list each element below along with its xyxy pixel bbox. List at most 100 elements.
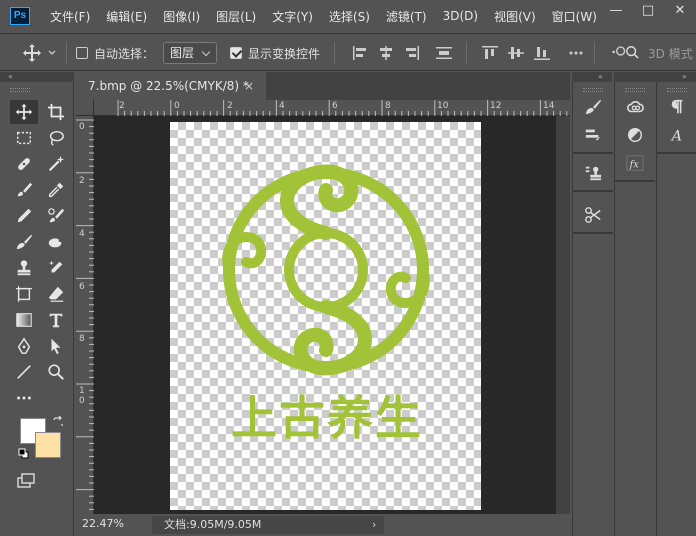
smudge-tool[interactable] bbox=[42, 230, 70, 254]
clone-stamp-tool[interactable] bbox=[10, 256, 38, 280]
panel-grip[interactable] bbox=[583, 88, 603, 92]
more-options-icon[interactable] bbox=[568, 46, 584, 60]
paint-brush-tool[interactable] bbox=[10, 230, 38, 254]
libraries-panel-button[interactable] bbox=[621, 94, 649, 120]
ruler-label: 2 bbox=[79, 176, 85, 186]
3d-mode-label: 3D 模式 bbox=[648, 46, 693, 61]
adjustments-icon bbox=[627, 127, 643, 143]
pen-icon bbox=[17, 337, 31, 354]
show-transform-checkbox[interactable] bbox=[230, 47, 242, 59]
pen-tool[interactable] bbox=[10, 334, 38, 358]
document-canvas[interactable]: 上古养生 bbox=[170, 122, 481, 510]
horizontal-ruler[interactable]: 2 0 2 4 6 8 10 12 14 bbox=[94, 100, 570, 116]
brushes-icon bbox=[585, 129, 601, 141]
align-center-h-icon[interactable] bbox=[378, 46, 394, 60]
quick-select-tool[interactable] bbox=[42, 152, 70, 176]
ruler-label: 0 bbox=[174, 101, 180, 111]
close-tab-icon[interactable]: × bbox=[244, 72, 254, 100]
ruler-label: 8 bbox=[79, 334, 85, 344]
ruler-label: 4 bbox=[279, 101, 285, 111]
line-tool[interactable] bbox=[10, 360, 38, 384]
document-info[interactable]: 文档:9.05M/9.05M bbox=[152, 516, 384, 534]
gradient-tool[interactable] bbox=[10, 308, 38, 332]
status-menu-arrow[interactable]: › bbox=[372, 516, 376, 534]
panel-grip[interactable] bbox=[667, 88, 687, 92]
align-top-icon[interactable] bbox=[482, 46, 498, 60]
align-bottom-icon[interactable] bbox=[534, 46, 550, 60]
auto-select-checkbox[interactable] bbox=[76, 47, 88, 59]
panel-grip[interactable] bbox=[625, 88, 645, 92]
styles-panel-button[interactable]: fx bbox=[621, 150, 649, 176]
distribute-icon[interactable] bbox=[436, 46, 452, 60]
background-color-swatch[interactable] bbox=[35, 432, 61, 458]
stamp-icon bbox=[17, 260, 31, 276]
align-middle-v-icon[interactable] bbox=[508, 46, 524, 60]
eraser-tool[interactable] bbox=[42, 282, 70, 306]
auto-select-label: 自动选择： bbox=[94, 46, 155, 61]
align-left-icon[interactable] bbox=[352, 46, 368, 60]
move-tool-preset[interactable] bbox=[22, 34, 58, 72]
character-panel-button[interactable]: A bbox=[663, 122, 691, 148]
clone-source-panel-button[interactable] bbox=[579, 160, 607, 186]
zoom-level[interactable]: 22.47% bbox=[82, 517, 124, 530]
eyedropper-tool[interactable] bbox=[42, 178, 70, 202]
screen-mode-icon[interactable] bbox=[16, 472, 36, 490]
line-icon bbox=[17, 365, 31, 379]
brush-settings-panel-button[interactable] bbox=[579, 94, 607, 120]
document-title: 7.bmp @ 22.5%(CMYK/8) * bbox=[88, 79, 249, 93]
menu-3d[interactable]: 3D(D) bbox=[435, 9, 486, 23]
menu-type[interactable]: 文字(Y) bbox=[264, 8, 321, 25]
toolbar-collapse-strip[interactable]: « bbox=[0, 72, 74, 82]
healing-tool[interactable] bbox=[10, 152, 38, 176]
path-select-tool[interactable] bbox=[42, 334, 70, 358]
document-tab[interactable]: 7.bmp @ 22.5%(CMYK/8) * × bbox=[76, 72, 266, 100]
crop-tool[interactable] bbox=[42, 100, 70, 124]
zoom-tool[interactable] bbox=[42, 360, 70, 384]
divider bbox=[66, 42, 67, 64]
marquee-tool[interactable] bbox=[10, 126, 38, 150]
menu-view[interactable]: 视图(V) bbox=[486, 8, 544, 25]
auto-select-target-dropdown[interactable]: 图层 bbox=[163, 42, 218, 64]
pencil-tool[interactable] bbox=[10, 204, 38, 228]
panel-collapse-strip[interactable]: « bbox=[572, 72, 612, 82]
brushes-panel-button[interactable] bbox=[579, 122, 607, 148]
crop-icon bbox=[47, 103, 65, 121]
menu-filter[interactable]: 滤镜(T) bbox=[378, 8, 435, 25]
brush-settings-icon bbox=[585, 99, 602, 115]
panel-collapse-strip[interactable]: » bbox=[614, 72, 696, 82]
menu-image[interactable]: 图像(I) bbox=[155, 8, 208, 25]
maximize-button[interactable]: □ bbox=[632, 0, 664, 24]
move-tool[interactable] bbox=[10, 100, 38, 124]
type-tool[interactable] bbox=[42, 308, 70, 332]
vertical-ruler[interactable]: 0 2 4 6 8 1 0 bbox=[76, 116, 94, 514]
pencil-icon bbox=[17, 208, 32, 223]
ruler-origin[interactable] bbox=[76, 100, 94, 116]
menu-bar: Ps 文件(F) 编辑(E) 图像(I) 图层(L) 文字(Y) 选择(S) 滤… bbox=[0, 0, 696, 32]
adjustments-panel-button[interactable] bbox=[621, 122, 649, 148]
more-tools[interactable] bbox=[10, 386, 38, 410]
swap-colors-icon[interactable] bbox=[52, 416, 64, 428]
vertical-scrollbar[interactable] bbox=[556, 116, 570, 514]
close-button[interactable]: ✕ bbox=[664, 0, 696, 24]
menu-layer[interactable]: 图层(L) bbox=[208, 8, 264, 25]
type-icon bbox=[49, 313, 63, 328]
history-brush-tool[interactable] bbox=[42, 204, 70, 228]
frame-tool[interactable] bbox=[10, 282, 38, 306]
ruler-label: 6 bbox=[332, 101, 338, 111]
color-sampler-tool[interactable] bbox=[42, 256, 70, 280]
minimize-button[interactable]: — bbox=[600, 0, 632, 24]
menu-select[interactable]: 选择(S) bbox=[321, 8, 378, 25]
align-right-icon[interactable] bbox=[404, 46, 420, 60]
ruler-label: 2 bbox=[119, 101, 125, 111]
menu-window[interactable]: 窗口(W) bbox=[544, 8, 605, 25]
ruler-label: 8 bbox=[385, 101, 391, 111]
lasso-tool[interactable] bbox=[42, 126, 70, 150]
default-colors-icon[interactable] bbox=[18, 448, 30, 460]
menu-edit[interactable]: 编辑(E) bbox=[98, 8, 155, 25]
paragraph-panel-button[interactable] bbox=[663, 94, 691, 120]
tool-presets-panel-button[interactable] bbox=[579, 202, 607, 228]
search-icon[interactable] bbox=[624, 45, 640, 59]
menu-file[interactable]: 文件(F) bbox=[42, 8, 98, 25]
brush-tool[interactable] bbox=[10, 178, 38, 202]
panel-grip[interactable] bbox=[10, 88, 30, 92]
